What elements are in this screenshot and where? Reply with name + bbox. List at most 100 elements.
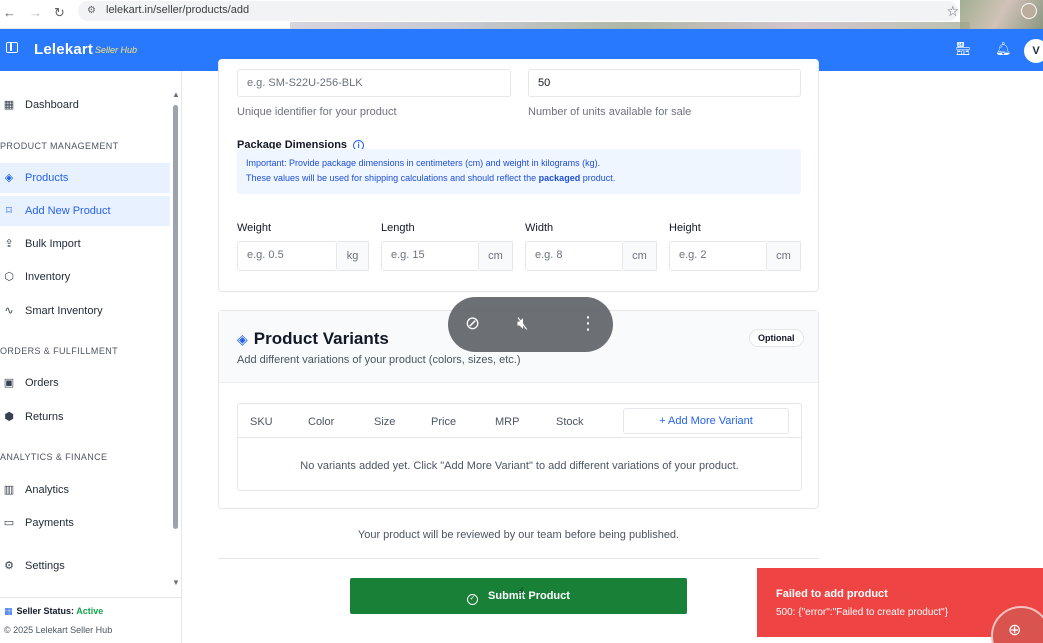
bookmark-star-icon[interactable]: ☆ (946, 3, 959, 20)
pin-off-icon[interactable]: ⊘ (465, 313, 480, 334)
brand-subtitle: Seller Hub (95, 45, 138, 55)
height-unit: cm (767, 241, 801, 271)
main-content: e.g. SM-S22U-256-BLK 50 Unique identifie… (182, 59, 1043, 643)
sidebar-item-orders[interactable]: ▣ Orders (0, 368, 170, 398)
reload-icon[interactable]: ↻ (54, 5, 65, 21)
stock-input[interactable]: 50 (528, 69, 801, 97)
layers-icon: ◈ (4, 172, 14, 184)
sidebar-item-label: Settings (25, 560, 65, 572)
sidebar-item-payments[interactable]: ▭ Payments (0, 508, 170, 538)
sidebar-item-label: Orders (25, 377, 59, 389)
notice-line-1: Important: Provide package dimensions in… (246, 158, 601, 168)
copyright: © 2025 Lelekart Seller Hub (4, 625, 113, 635)
bell-icon[interactable]: 🔔︎ (995, 41, 1012, 57)
toast-message: 500: {"error":"Failed to create product"… (776, 607, 949, 618)
variants-subtitle: Add different variations of your product… (237, 354, 521, 366)
volume-mute-icon[interactable]: 🔇︎ (517, 313, 528, 334)
address-bar[interactable]: ⚙ lelekart.in/seller/products/add (78, 1, 958, 21)
variants-title: ◈ Product Variants (237, 329, 389, 349)
sidebar-item-dashboard[interactable]: ▦ Dashboard (0, 90, 170, 120)
card-icon: ▭ (3, 517, 15, 529)
browser-toolbar: ← → ↻ ⚙ lelekart.in/seller/products/add … (0, 0, 1043, 29)
length-placeholder: e.g. 15 (391, 249, 425, 261)
sidebar-footer: ▦ Seller Status: Active © 2025 Lelekart S… (0, 597, 181, 643)
sidebar-item-analytics[interactable]: ▥ Analytics (0, 475, 170, 505)
sku-placeholder: e.g. SM-S22U-256-BLK (247, 77, 363, 89)
height-label: Height (669, 222, 701, 234)
zoom-in-icon: ⊕ (1008, 622, 1022, 639)
width-input[interactable]: e.g. 8 (525, 241, 623, 271)
optional-badge: Optional (749, 329, 804, 347)
store-icon[interactable]: 🏪︎ (955, 41, 972, 57)
length-input[interactable]: e.g. 15 (381, 241, 479, 271)
length-label: Length (381, 222, 415, 234)
package-icon: ▣ (3, 377, 15, 389)
url-text: lelekart.in/seller/products/add (106, 4, 250, 16)
variants-title-text: Product Variants (253, 329, 389, 348)
sidebar-item-label: Products (25, 172, 69, 184)
sidebar-item-label: Inventory (25, 271, 71, 283)
return-icon: ⬢ (4, 411, 14, 423)
sidebar-item-settings[interactable]: ⚙ Settings (0, 551, 170, 581)
sidebar-item-returns[interactable]: ⬢ Returns (0, 402, 170, 432)
submit-label: Submit Product (488, 590, 570, 602)
sidebar-item-inventory[interactable]: ⬡ Inventory (0, 262, 170, 292)
toast-title: Failed to add product (776, 588, 888, 600)
width-unit: cm (623, 241, 657, 271)
stock-value: 50 (538, 77, 551, 89)
store-small-icon: ▦ (4, 606, 13, 616)
width-placeholder: e.g. 8 (535, 249, 563, 261)
sidebar-item-label: Bulk Import (25, 238, 81, 250)
sidebar-item-label: Smart Inventory (25, 305, 103, 317)
height-input[interactable]: e.g. 2 (669, 241, 767, 271)
sidebar-item-label: Returns (25, 411, 64, 423)
scroll-up-icon[interactable]: ▲ (172, 90, 180, 99)
seller-status: ▦ Seller Status: Active (4, 606, 103, 617)
sidebar-section-analytics: ANALYTICS & FINANCE (0, 452, 108, 462)
add-more-variant-button[interactable]: + Add More Variant (623, 408, 789, 434)
sidebar-item-add-new-product[interactable]: ⌑ Add New Product (0, 196, 170, 226)
gear-icon: ⚙ (4, 560, 14, 572)
column-header-price: Price (431, 416, 457, 428)
sidebar-item-smart-inventory[interactable]: ∿ Smart Inventory (0, 296, 170, 326)
divider (218, 558, 819, 559)
column-header-size: Size (374, 416, 396, 428)
sidebar-item-products[interactable]: ◈ Products (0, 163, 170, 193)
sidebar: ▦ Dashboard PRODUCT MANAGEMENT ◈ Product… (0, 71, 182, 643)
sidebar-item-label: Payments (25, 517, 74, 529)
sidebar-toggle-icon[interactable] (6, 42, 18, 53)
layers-icon: ◈ (237, 331, 248, 347)
length-unit: cm (479, 241, 513, 271)
mouse-cursor-icon: ☝ (517, 585, 525, 599)
sidebar-item-label: Add New Product (25, 205, 111, 217)
back-arrow-icon[interactable]: ← (3, 5, 16, 20)
brand-logo[interactable]: Lelekart (34, 41, 93, 58)
sidebar-scrollbar[interactable]: ▲ ▼ (171, 90, 180, 591)
column-header-stock: Stock (556, 416, 584, 428)
site-info-icon[interactable]: ⚙ (87, 5, 96, 16)
stock-help: Number of units available for sale (528, 106, 692, 118)
seller-status-label: Seller Status: (16, 606, 75, 616)
scroll-down-icon[interactable]: ▼ (172, 578, 180, 587)
scrollbar-thumb[interactable] (173, 105, 178, 529)
media-control-overlay: ⊘ 🔇︎ ⋮ (448, 297, 613, 352)
sku-input[interactable]: e.g. SM-S22U-256-BLK (237, 69, 511, 97)
browser-theme-decoration (290, 22, 970, 29)
column-header-color: Color (308, 416, 335, 428)
height-placeholder: e.g. 2 (679, 249, 707, 261)
profile-avatar[interactable] (1021, 3, 1037, 19)
sidebar-item-bulk-import[interactable]: ⇪ Bulk Import (0, 229, 170, 259)
weight-input[interactable]: e.g. 0.5 (237, 241, 337, 271)
notice-line-2: These values will be used for shipping c… (246, 171, 792, 186)
dimensions-notice: Important: Provide package dimensions in… (237, 149, 801, 194)
user-avatar[interactable]: V (1024, 39, 1043, 63)
inventory-card: e.g. SM-S22U-256-BLK 50 Unique identifie… (218, 59, 819, 292)
sidebar-item-label: Analytics (25, 484, 70, 496)
more-vertical-icon[interactable]: ⋮ (579, 313, 597, 334)
column-header-mrp: MRP (495, 416, 520, 428)
forward-arrow-icon[interactable]: → (29, 5, 42, 20)
sku-help: Unique identifier for your product (237, 106, 397, 118)
box-icon: ⬡ (4, 271, 14, 283)
grid-icon: ▦ (3, 99, 15, 111)
check-circle-icon: ✓ (467, 594, 479, 605)
